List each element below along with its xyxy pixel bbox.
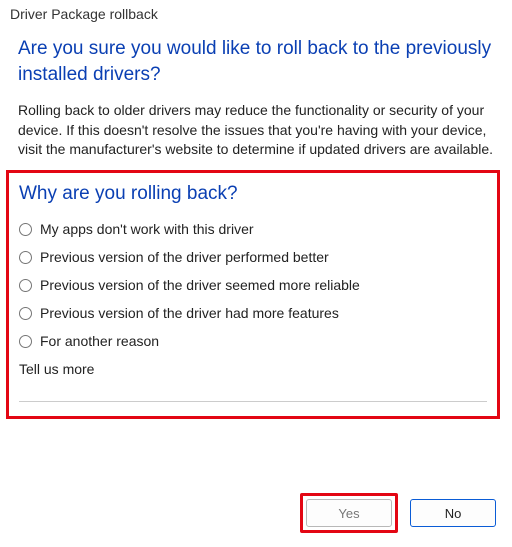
reason-option: Previous version of the driver performed… [19,249,487,265]
reason-option: My apps don't work with this driver [19,221,487,237]
reason-label[interactable]: Previous version of the driver seemed mo… [40,277,360,293]
dialog-content: Are you sure you would like to roll back… [0,30,512,419]
reason-label[interactable]: My apps don't work with this driver [40,221,254,237]
no-button[interactable]: No [410,499,496,527]
window-title: Driver Package rollback [0,0,512,30]
tell-more-input[interactable] [19,381,487,402]
yes-button-highlight: Yes [300,493,398,533]
reason-label[interactable]: Previous version of the driver performed… [40,249,329,265]
reason-radio-apps[interactable] [19,223,32,236]
dialog-buttons: Yes No [300,493,496,533]
reason-option: Previous version of the driver had more … [19,305,487,321]
tell-more-label: Tell us more [19,361,487,377]
reason-radio-better[interactable] [19,251,32,264]
reason-label[interactable]: For another reason [40,333,159,349]
rollback-reason-section: Why are you rolling back? My apps don't … [6,170,500,419]
reason-label[interactable]: Previous version of the driver had more … [40,305,339,321]
main-heading: Are you sure you would like to roll back… [18,36,494,87]
reason-radio-reliable[interactable] [19,279,32,292]
reason-radio-features[interactable] [19,307,32,320]
yes-button[interactable]: Yes [306,499,392,527]
description-text: Rolling back to older drivers may reduce… [18,101,494,160]
reason-option: For another reason [19,333,487,349]
reason-heading: Why are you rolling back? [19,183,487,205]
reason-option: Previous version of the driver seemed mo… [19,277,487,293]
reason-radio-other[interactable] [19,335,32,348]
